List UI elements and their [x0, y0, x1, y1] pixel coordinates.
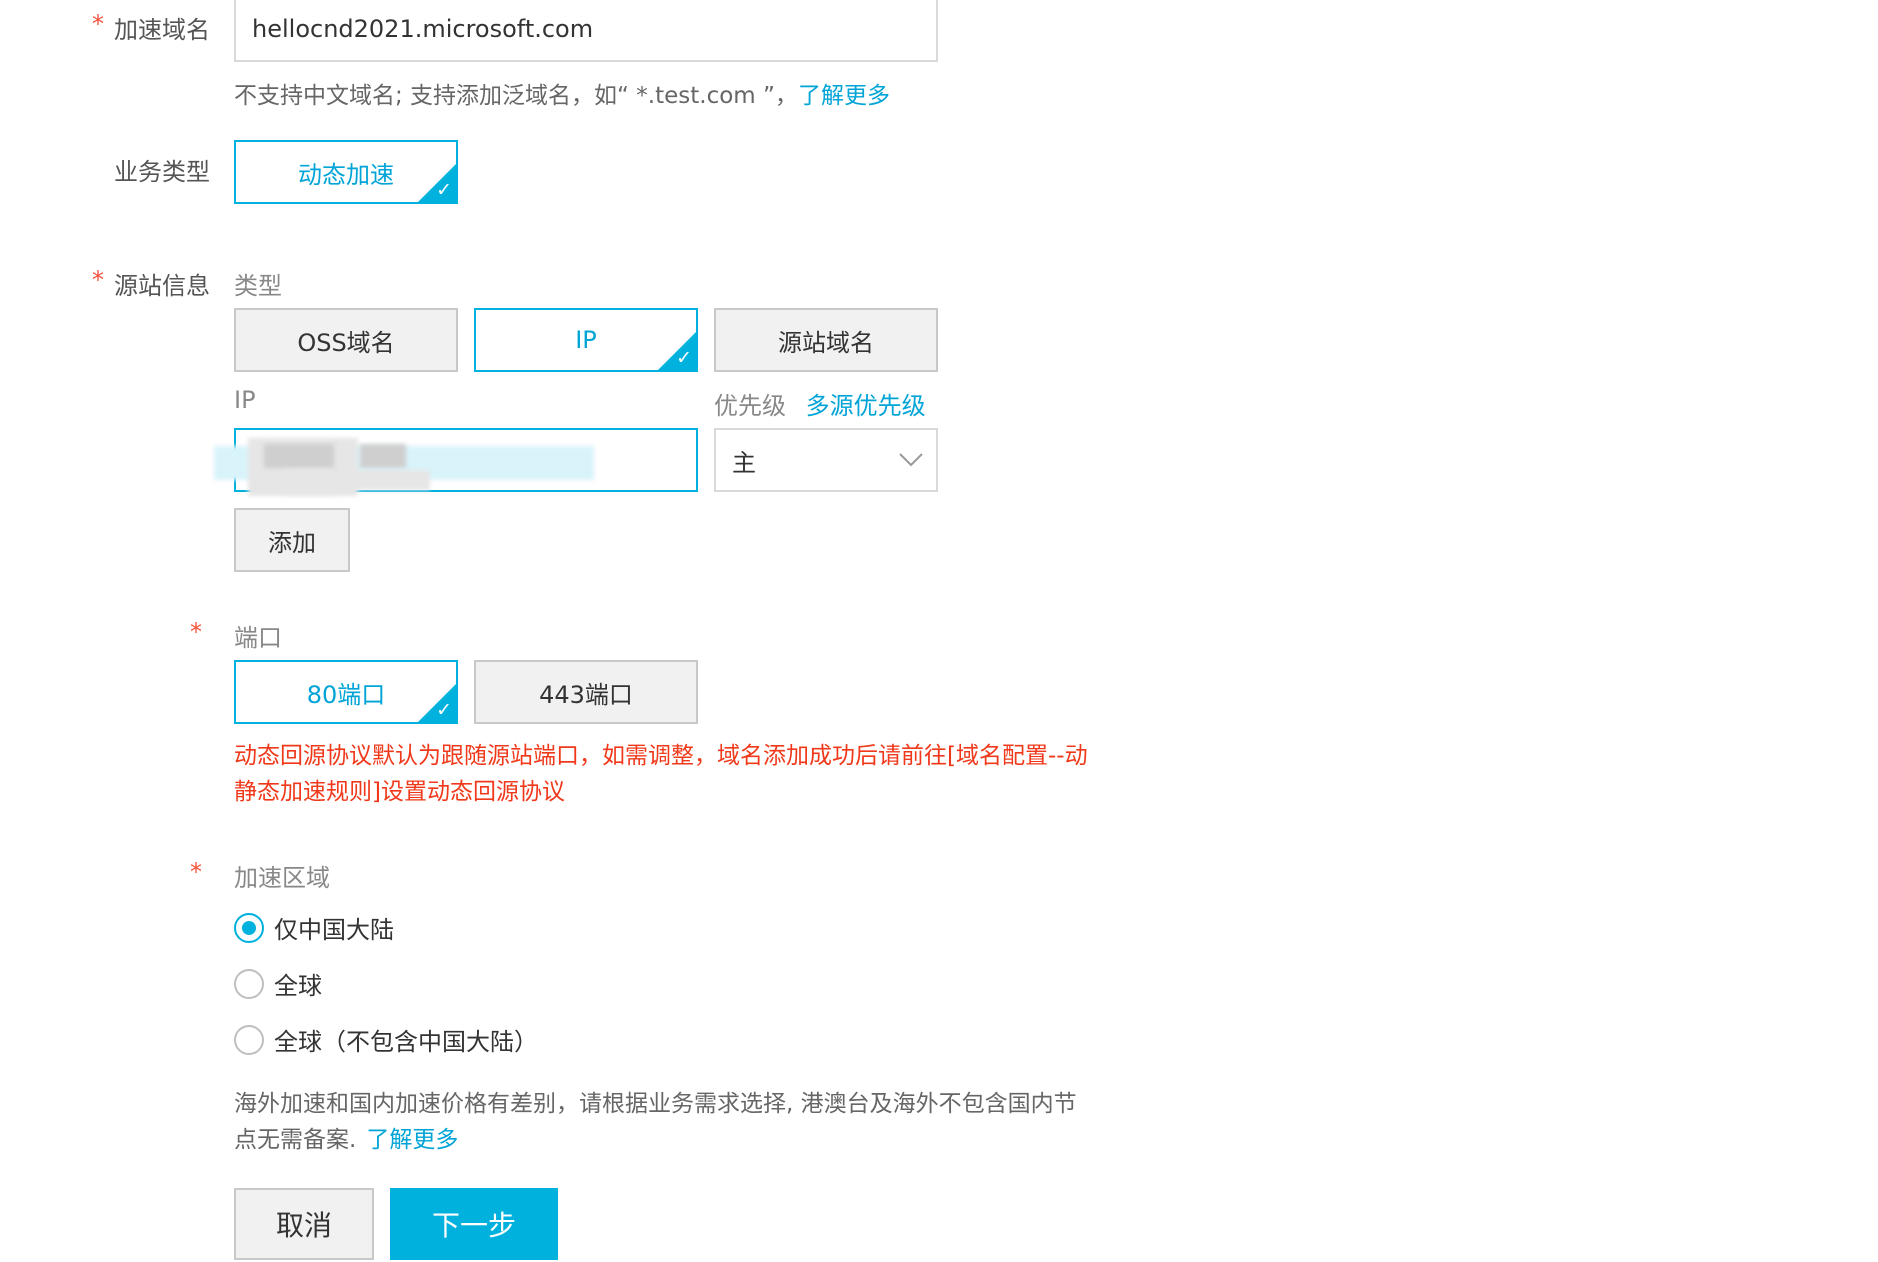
domain-hint-text: 不支持中文域名; 支持添加泛域名，如“ *.test.com ”，	[234, 83, 798, 109]
add-origin-button-label: 添加	[268, 528, 316, 557]
check-icon: ✓	[436, 179, 452, 201]
port-warning-line: 静态加速规则]设置动态回源协议	[234, 779, 565, 805]
origin-type-ip-label: IP	[575, 326, 597, 354]
required-mark: *	[190, 618, 202, 646]
domain-input[interactable]: hellocnd2021.microsoft.com	[234, 0, 938, 62]
check-icon: ✓	[676, 347, 692, 369]
required-mark: *	[190, 858, 202, 886]
origin-type-domain-label: 源站域名	[778, 328, 874, 357]
business-type-option-label: 动态加速	[298, 160, 394, 189]
domain-hint: 不支持中文域名; 支持添加泛域名，如“ *.test.com ”，了解更多	[234, 76, 890, 110]
required-mark: *	[92, 10, 104, 38]
port-warning-line: 动态回源协议默认为跟随源站端口，如需调整，域名添加成功后请前往[域名配置--动	[234, 743, 1088, 769]
learn-more-link[interactable]: 了解更多	[798, 83, 890, 109]
domain-label: 加速域名	[114, 16, 210, 44]
region-option-china-mainland[interactable]: 仅中国大陆	[234, 910, 394, 945]
region-note-line: 海外加速和国内加速价格有差别，请根据业务需求选择, 港澳台及海外不包含国内节	[234, 1091, 1077, 1117]
redacted-ip-block	[360, 444, 406, 468]
cancel-button[interactable]: 取消	[234, 1188, 374, 1260]
origin-type-ip[interactable]: IP ✓	[474, 308, 698, 372]
origin-type-oss[interactable]: OSS域名	[234, 308, 458, 372]
radio-selected-icon	[234, 912, 264, 943]
port-option-80-label: 80端口	[306, 680, 386, 709]
radio-icon	[234, 968, 264, 999]
port-label: 端口	[234, 624, 282, 652]
ip-label: IP	[234, 386, 256, 414]
priority-label: 优先级	[714, 392, 786, 420]
add-origin-button[interactable]: 添加	[234, 508, 350, 572]
origin-info-label: 源站信息	[114, 272, 210, 300]
next-step-button[interactable]: 下一步	[390, 1188, 558, 1260]
check-icon: ✓	[436, 699, 452, 721]
region-label: 加速区域	[234, 864, 330, 892]
chevron-down-icon	[899, 453, 923, 467]
port-option-443-label: 443端口	[539, 680, 633, 709]
cancel-button-label: 取消	[275, 1209, 332, 1242]
redacted-ip-block	[284, 470, 334, 494]
business-type-option-dynamic[interactable]: 动态加速 ✓	[234, 140, 458, 204]
origin-type-oss-label: OSS域名	[297, 328, 395, 357]
required-mark: *	[92, 266, 104, 294]
port-option-80[interactable]: 80端口 ✓	[234, 660, 458, 724]
region-option-global-excl-china[interactable]: 全球（不包含中国大陆）	[234, 1022, 538, 1057]
priority-label-row: 优先级 多源优先级	[714, 386, 926, 421]
region-option-global[interactable]: 全球	[234, 966, 322, 1001]
port-warning: 动态回源协议默认为跟随源站端口，如需调整，域名添加成功后请前往[域名配置--动 …	[234, 738, 1154, 810]
business-type-label: 业务类型	[114, 158, 210, 186]
redacted-ip-block	[340, 470, 430, 490]
region-option-label: 仅中国大陆	[274, 916, 394, 944]
radio-icon	[234, 1024, 264, 1055]
redacted-ip-block	[264, 444, 334, 468]
next-step-button-label: 下一步	[431, 1209, 516, 1242]
multi-origin-priority-link[interactable]: 多源优先级	[806, 392, 926, 420]
origin-type-label: 类型	[234, 272, 282, 300]
region-option-label: 全球（不包含中国大陆）	[274, 1028, 538, 1056]
region-note: 海外加速和国内加速价格有差别，请根据业务需求选择, 港澳台及海外不包含国内节 点…	[234, 1086, 1077, 1158]
region-option-label: 全球	[274, 972, 322, 1000]
learn-more-link[interactable]: 了解更多	[366, 1127, 458, 1153]
priority-select[interactable]: 主	[714, 428, 938, 492]
port-option-443[interactable]: 443端口	[474, 660, 698, 724]
priority-select-value: 主	[732, 448, 756, 477]
origin-type-domain[interactable]: 源站域名	[714, 308, 938, 372]
domain-input-value: hellocnd2021.microsoft.com	[252, 15, 594, 43]
region-note-line: 点无需备案.	[234, 1127, 357, 1153]
